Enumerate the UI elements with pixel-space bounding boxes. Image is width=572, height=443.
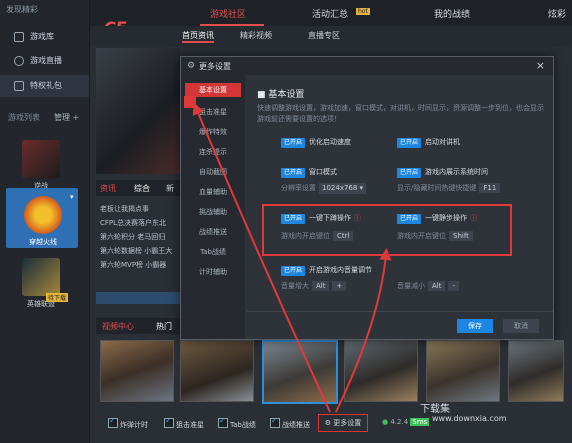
arrow-to-highlight xyxy=(335,248,392,413)
arrow-to-basic-settings xyxy=(192,102,331,413)
annotation-arrows xyxy=(192,102,392,413)
